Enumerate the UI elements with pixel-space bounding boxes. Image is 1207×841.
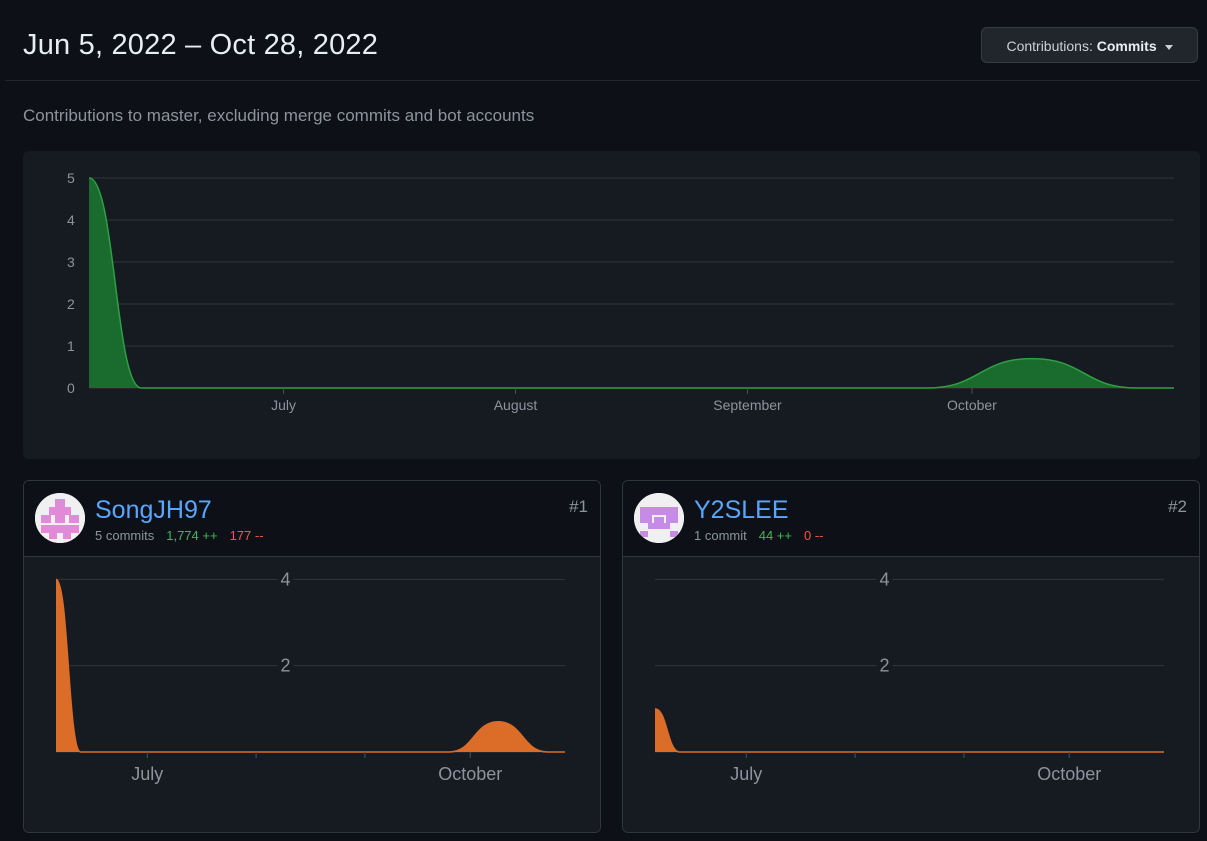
x-tick-label: September (713, 397, 782, 413)
series-line (654, 708, 1164, 753)
x-tick-label: October (947, 397, 997, 413)
contributor-card-1: SongJH97 5 commits 1,774 ++ 177 -- #1 2 4 Ju… (23, 480, 601, 833)
y-tick-label: 0 (67, 380, 75, 396)
y-tick-label: 2 (67, 296, 75, 312)
overall-commits-chart-panel: 0 1 2 3 4 5 July August September October (23, 151, 1200, 459)
contributor-header: Y2SLEE 1 commit 44 ++ 0 -- #2 (623, 481, 1199, 557)
contributor-card-2: Y2SLEE 1 commit 44 ++ 0 -- #2 2 4 July Octobe… (622, 480, 1200, 833)
series-area (655, 708, 1164, 752)
contributor-stats: 1 commit 44 ++ 0 -- (694, 528, 824, 543)
contributions-description: Contributions to master, excluding merge… (23, 106, 535, 125)
y-tick-label: 3 (67, 254, 75, 270)
x-tick-label: August (494, 397, 538, 413)
contributor-username-link[interactable]: SongJH97 (95, 496, 212, 525)
contributor-username-link[interactable]: Y2SLEE (694, 496, 789, 525)
date-range-title: Jun 5, 2022 – Oct 28, 2022 (23, 29, 379, 61)
y-tick-label: 2 (280, 656, 290, 676)
dropdown-value: Commits (1096, 38, 1157, 54)
x-tick-label: July (131, 764, 163, 784)
commit-count[interactable]: 1 commit (694, 528, 747, 543)
commit-count[interactable]: 5 commits (95, 528, 154, 543)
series-area (89, 178, 1174, 388)
series-line (88, 177, 1174, 389)
y-tick-label: 2 (879, 656, 889, 676)
deletions-count: 177 -- (229, 528, 264, 543)
y-tick-label: 4 (67, 212, 75, 228)
contributors-page: Jun 5, 2022 – Oct 28, 2022 Contributions… (5, 5, 1207, 841)
contributor-chart-area: 2 4 July October (623, 557, 1199, 832)
overall-commits-chart: 0 1 2 3 4 5 July August September October (67, 170, 1174, 413)
y-tick-label: 4 (879, 569, 889, 589)
y-tick-label: 4 (280, 569, 290, 589)
contributor-rank: #2 (1168, 497, 1187, 516)
contributor-rank: #1 (569, 497, 588, 516)
contributor-commits-chart: 2 4 July October (654, 569, 1164, 784)
contributor-chart-area: 2 4 July October (24, 557, 600, 832)
dropdown-prefix: Contributions: (1006, 38, 1093, 54)
y-tick-label: 5 (67, 170, 75, 186)
contributions-type-dropdown[interactable]: Contributions: Commits (981, 27, 1198, 63)
x-tick-label: October (1037, 764, 1101, 784)
identicon-violet-icon (634, 493, 684, 543)
avatar-identicon-violet-icon[interactable] (634, 493, 684, 543)
avatar-identicon-pink-icon[interactable] (35, 493, 85, 543)
x-tick-label: July (730, 764, 762, 784)
page-header: Jun 5, 2022 – Oct 28, 2022 Contributions… (5, 5, 1200, 81)
x-tick-label: July (271, 397, 296, 413)
y-tick-label: 1 (67, 338, 75, 354)
deletions-count: 0 -- (804, 528, 824, 543)
x-tick-label: October (438, 764, 502, 784)
contributor-header: SongJH97 5 commits 1,774 ++ 177 -- #1 (24, 481, 600, 557)
identicon-pink-icon (35, 493, 85, 543)
additions-count: 44 ++ (758, 528, 792, 543)
caret-down-icon (1164, 44, 1173, 50)
additions-count: 1,774 ++ (166, 528, 218, 543)
contributor-stats: 5 commits 1,774 ++ 177 -- (95, 528, 264, 543)
contributor-commits-chart: 2 4 July October (55, 569, 565, 784)
